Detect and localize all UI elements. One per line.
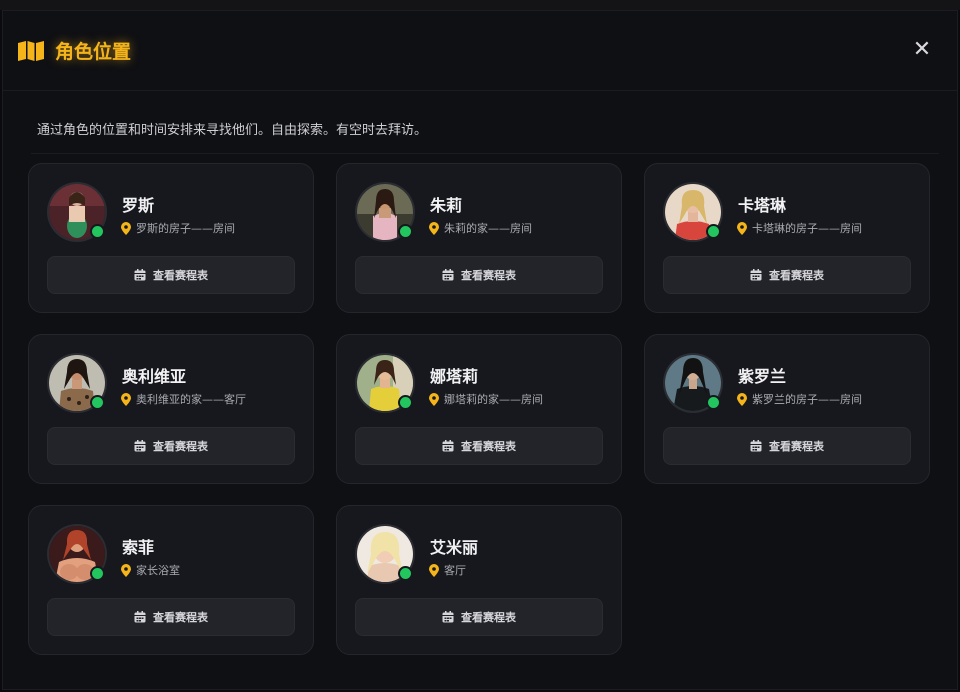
location-pin-icon: [121, 392, 131, 406]
top-strip: [0, 0, 960, 10]
character-location: 朱莉的家——房间: [429, 220, 532, 236]
location-pin-icon: [429, 563, 439, 577]
calendar-icon: [134, 611, 146, 623]
character-card: 紫罗兰 紫罗兰的房子——房间 查看赛程表: [644, 334, 930, 484]
location-text: 罗斯的房子——房间: [136, 222, 235, 235]
avatar-wrap: [357, 526, 413, 582]
location-text: 卡塔琳的房子——房间: [752, 222, 862, 235]
avatar-wrap: [357, 184, 413, 240]
calendar-icon: [442, 611, 454, 623]
close-icon[interactable]: ✕: [909, 37, 935, 63]
online-status-dot: [398, 224, 413, 239]
character-card: 奥利维亚 奥利维亚的家——客厅 查看赛程表: [28, 334, 314, 484]
view-schedule-button[interactable]: 查看赛程表: [47, 427, 295, 465]
location-pin-icon: [429, 221, 439, 235]
character-card: 卡塔琳 卡塔琳的房子——房间 查看赛程表: [644, 163, 930, 313]
location-pin-icon: [121, 221, 131, 235]
character-location: 娜塔莉的家——房间: [429, 391, 543, 407]
character-location: 罗斯的房子——房间: [121, 220, 235, 236]
divider: [31, 153, 939, 154]
character-location: 卡塔琳的房子——房间: [737, 220, 862, 236]
view-schedule-button[interactable]: 查看赛程表: [663, 427, 911, 465]
character-location: 紫罗兰的房子——房间: [737, 391, 862, 407]
character-card: 朱莉 朱莉的家——房间 查看赛程表: [336, 163, 622, 313]
view-schedule-button[interactable]: 查看赛程表: [47, 598, 295, 636]
view-schedule-label: 查看赛程表: [769, 269, 824, 282]
character-card: 索菲 家长浴室 查看赛程表: [28, 505, 314, 655]
view-schedule-button[interactable]: 查看赛程表: [355, 256, 603, 294]
character-card: 娜塔莉 娜塔莉的家——房间 查看赛程表: [336, 334, 622, 484]
view-schedule-label: 查看赛程表: [153, 440, 208, 453]
calendar-icon: [442, 440, 454, 452]
calendar-icon: [134, 440, 146, 452]
character-card: 罗斯 罗斯的房子——房间 查看赛程表: [28, 163, 314, 313]
avatar-wrap: [49, 355, 105, 411]
view-schedule-label: 查看赛程表: [153, 269, 208, 282]
online-status-dot: [90, 224, 105, 239]
character-name: 娜塔莉: [430, 367, 479, 386]
calendar-icon: [442, 269, 454, 281]
view-schedule-label: 查看赛程表: [461, 269, 516, 282]
location-text: 家长浴室: [136, 564, 180, 577]
character-card: 艾米丽 客厅 查看赛程表: [336, 505, 622, 655]
view-schedule-label: 查看赛程表: [461, 611, 516, 624]
character-name: 艾米丽: [430, 538, 479, 557]
online-status-dot: [398, 395, 413, 410]
location-text: 客厅: [444, 564, 466, 577]
avatar-wrap: [665, 184, 721, 240]
character-location: 家长浴室: [121, 562, 180, 578]
location-text: 紫罗兰的房子——房间: [752, 393, 862, 406]
location-pin-icon: [429, 392, 439, 406]
view-schedule-button[interactable]: 查看赛程表: [355, 427, 603, 465]
view-schedule-button[interactable]: 查看赛程表: [47, 256, 295, 294]
character-name: 罗斯: [122, 196, 155, 215]
online-status-dot: [90, 395, 105, 410]
modal-description: 通过角色的位置和时间安排来寻找他们。自由探索。有空时去拜访。: [37, 123, 428, 138]
online-status-dot: [90, 566, 105, 581]
modal-title: 角色位置: [55, 41, 132, 63]
character-location: 奥利维亚的家——客厅: [121, 391, 246, 407]
modal-header: 角色位置 ✕: [3, 11, 957, 91]
character-name: 朱莉: [430, 196, 463, 215]
view-schedule-button[interactable]: 查看赛程表: [663, 256, 911, 294]
location-pin-icon: [737, 392, 747, 406]
calendar-icon: [750, 440, 762, 452]
calendar-icon: [750, 269, 762, 281]
character-name: 奥利维亚: [122, 367, 187, 386]
character-name: 卡塔琳: [738, 196, 787, 215]
online-status-dot: [706, 224, 721, 239]
view-schedule-button[interactable]: 查看赛程表: [355, 598, 603, 636]
location-pin-icon: [737, 221, 747, 235]
online-status-dot: [706, 395, 721, 410]
avatar-wrap: [49, 184, 105, 240]
view-schedule-label: 查看赛程表: [461, 440, 516, 453]
avatar-wrap: [49, 526, 105, 582]
avatar-wrap: [665, 355, 721, 411]
character-name: 索菲: [122, 538, 155, 557]
view-schedule-label: 查看赛程表: [153, 611, 208, 624]
avatar-wrap: [357, 355, 413, 411]
location-text: 朱莉的家——房间: [444, 222, 532, 235]
character-name: 紫罗兰: [738, 367, 787, 386]
location-text: 奥利维亚的家——客厅: [136, 393, 246, 406]
view-schedule-label: 查看赛程表: [769, 440, 824, 453]
online-status-dot: [398, 566, 413, 581]
map-icon: [18, 41, 44, 61]
calendar-icon: [134, 269, 146, 281]
location-text: 娜塔莉的家——房间: [444, 393, 543, 406]
character-location: 客厅: [429, 562, 466, 578]
location-pin-icon: [121, 563, 131, 577]
